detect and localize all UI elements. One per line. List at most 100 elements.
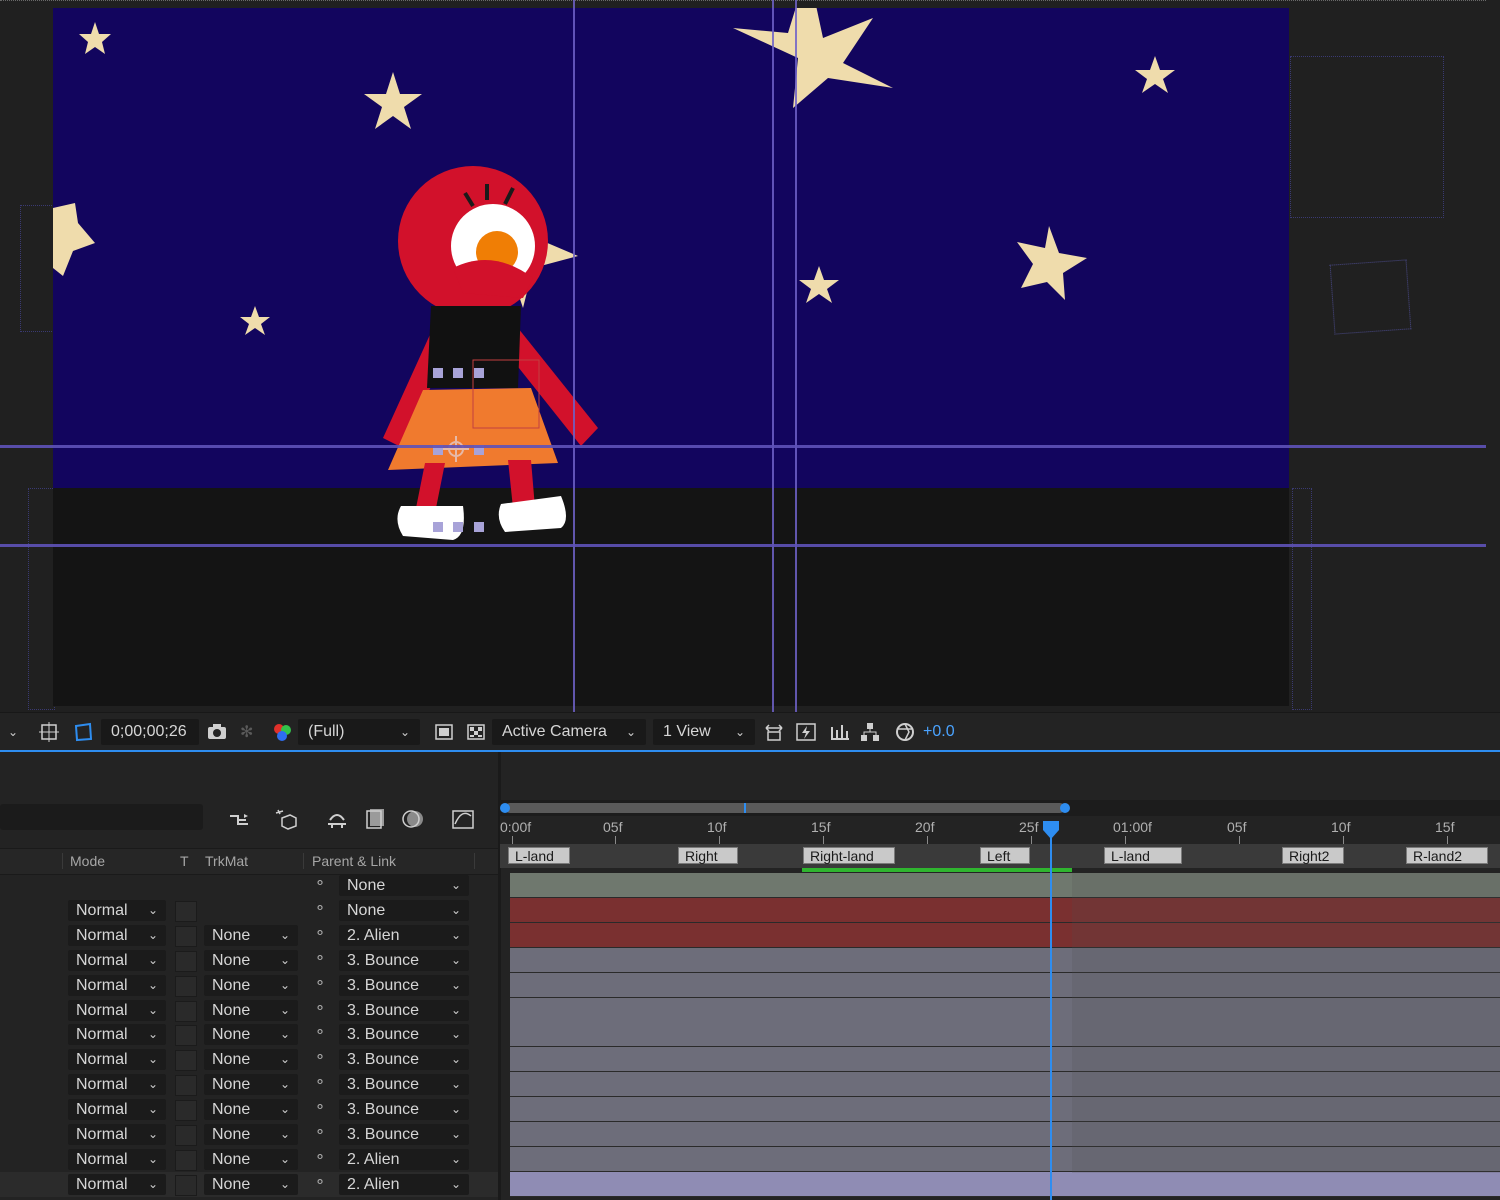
current-time-indicator[interactable] (1050, 822, 1052, 1200)
track-matte-dropdown[interactable]: None ⌄ (204, 1124, 298, 1145)
blend-mode-dropdown[interactable]: Normal ⌄ (68, 1099, 166, 1121)
comp-marker[interactable]: Right-land (803, 847, 895, 864)
guide-line-horizontal[interactable] (0, 544, 1486, 547)
snapshot-camera-icon[interactable] (206, 719, 228, 745)
view-layout-dropdown[interactable]: 1 View ⌄ (653, 719, 755, 745)
layer-search-input[interactable] (0, 804, 203, 830)
pick-whip-icon[interactable]: ⚬ (311, 1074, 329, 1092)
time-navigator-range[interactable] (505, 803, 1065, 813)
navigator-end-handle[interactable] (1060, 803, 1070, 813)
exposure-value[interactable]: +0.0 (923, 719, 955, 745)
trkmat-column-label[interactable]: TrkMat (205, 853, 248, 869)
track-matte-dropdown[interactable]: None ⌄ (204, 1148, 298, 1170)
timeline-icon[interactable] (829, 719, 851, 745)
pick-whip-icon[interactable]: ⚬ (311, 1000, 329, 1018)
parent-dropdown[interactable]: 2. Alien ⌄ (339, 924, 469, 946)
track-matte-dropdown[interactable]: None ⌄ (204, 1074, 298, 1096)
fast-preview-icon[interactable] (795, 719, 817, 745)
layer-row[interactable]: Normal ⌄ None ⌄ ⚬ 3. Bounce ⌄ (0, 1122, 498, 1147)
blend-mode-dropdown[interactable]: Normal ⌄ (68, 1074, 166, 1096)
preserve-transparency-checkbox[interactable] (175, 1075, 197, 1097)
preserve-transparency-checkbox[interactable] (175, 1174, 197, 1196)
blend-mode-dropdown[interactable]: Normal ⌄ (68, 1148, 166, 1170)
track-matte-dropdown[interactable]: None ⌄ (204, 974, 298, 996)
guide-line-vertical[interactable] (573, 0, 575, 712)
layer-row[interactable]: Normal ⌄ None ⌄ ⚬ 3. Bounce ⌄ (0, 973, 498, 998)
comp-marker[interactable]: L-land (508, 847, 570, 864)
pick-whip-icon[interactable]: ⚬ (311, 950, 329, 968)
comp-canvas[interactable] (53, 8, 1289, 706)
chevron-down-icon[interactable]: ⌄ (8, 719, 18, 745)
work-area-bar[interactable] (802, 868, 1072, 872)
preserve-transparency-checkbox[interactable] (175, 1125, 197, 1146)
pick-whip-icon[interactable]: ⚬ (311, 925, 329, 943)
current-time-display[interactable]: 0;00;00;26 (101, 719, 199, 745)
guide-line-vertical[interactable] (795, 0, 797, 712)
checkerboard-icon[interactable] (465, 719, 487, 745)
preserve-transparency-checkbox[interactable] (175, 1050, 197, 1072)
preserve-transparency-checkbox[interactable] (175, 950, 197, 972)
pick-whip-icon[interactable]: ⚬ (311, 1149, 329, 1167)
transparency-grid-icon[interactable] (72, 719, 94, 745)
parent-dropdown[interactable]: 3. Bounce ⌄ (339, 1049, 469, 1071)
fast-previews-icon[interactable] (433, 719, 455, 745)
track-matte-dropdown[interactable]: None ⌄ (204, 1024, 298, 1046)
pick-whip-icon[interactable]: ⚬ (311, 1124, 329, 1142)
region-of-interest-icon[interactable] (38, 719, 60, 745)
pick-whip-icon[interactable]: ⚬ (311, 975, 329, 993)
layer-row[interactable]: Normal ⌄ None ⌄ ⚬ 2. Alien ⌄ (0, 923, 498, 948)
comp-marker-icon[interactable] (274, 806, 300, 832)
preserve-transparency-checkbox[interactable] (175, 1000, 197, 1022)
parent-dropdown[interactable]: 2. Alien ⌄ (339, 1173, 469, 1195)
reset-exposure-icon[interactable] (894, 719, 916, 745)
t-column-label[interactable]: T (180, 853, 189, 869)
blend-mode-dropdown[interactable]: Normal ⌄ (68, 1049, 166, 1071)
pick-whip-icon[interactable]: ⚬ (311, 1174, 329, 1192)
parent-column-label[interactable]: Parent & Link (312, 853, 396, 869)
preserve-transparency-checkbox[interactable] (175, 1149, 197, 1171)
blend-mode-dropdown[interactable]: Normal ⌄ (68, 949, 166, 971)
blend-mode-dropdown[interactable]: Normal ⌄ (68, 1173, 166, 1195)
blend-mode-dropdown[interactable]: Normal ⌄ (68, 999, 166, 1021)
blend-mode-dropdown[interactable]: Normal ⌄ (68, 1124, 166, 1145)
parent-dropdown[interactable]: None ⌄ (339, 875, 469, 896)
preserve-transparency-checkbox[interactable] (175, 975, 197, 997)
toggle-pixel-aspect-icon[interactable] (763, 719, 785, 745)
layer-row[interactable]: Normal ⌄ None ⌄ ⚬ 2. Alien ⌄ (0, 1171, 498, 1197)
preserve-transparency-checkbox[interactable] (175, 925, 197, 947)
navigator-start-handle[interactable] (500, 803, 510, 813)
layer-row[interactable]: Normal ⌄ None ⌄ ⚬ 3. Bounce ⌄ (0, 1097, 498, 1122)
parent-dropdown[interactable]: 3. Bounce ⌄ (339, 1099, 469, 1121)
parent-dropdown[interactable]: None ⌄ (339, 899, 469, 921)
parent-dropdown[interactable]: 3. Bounce ⌄ (339, 974, 469, 996)
track-matte-dropdown[interactable]: None ⌄ (204, 949, 298, 971)
track-matte-dropdown[interactable]: None ⌄ (204, 1099, 298, 1121)
time-ruler[interactable]: 0:00f 05f 10f 15f 20f 25f 01:00f 05f 10f 15f (500, 816, 1500, 844)
blend-mode-dropdown[interactable]: Normal ⌄ (68, 899, 166, 921)
comp-marker[interactable]: Right (678, 847, 738, 864)
blend-mode-dropdown[interactable]: Normal ⌄ (68, 1024, 166, 1046)
track-matte-dropdown[interactable]: None ⌄ (204, 1049, 298, 1071)
layer-row[interactable]: ⚬ None ⌄ (0, 873, 498, 898)
layer-row[interactable]: Normal ⌄ None ⌄ ⚬ 3. Bounce ⌄ (0, 1022, 498, 1047)
parent-dropdown[interactable]: 3. Bounce ⌄ (339, 999, 469, 1021)
preserve-transparency-checkbox[interactable] (175, 900, 197, 922)
layer-row[interactable]: Normal ⌄ None ⌄ ⚬ 2. Alien ⌄ (0, 1147, 498, 1172)
comp-marker[interactable]: R-land2 (1406, 847, 1488, 864)
pick-whip-icon[interactable]: ⚬ (311, 900, 329, 918)
composition-viewer[interactable] (0, 0, 1500, 712)
layer-row[interactable]: Normal ⌄ None ⌄ ⚬ 3. Bounce ⌄ (0, 998, 498, 1023)
track-matte-dropdown[interactable]: None ⌄ (204, 924, 298, 946)
preserve-transparency-checkbox[interactable] (175, 1100, 197, 1122)
layer-row[interactable]: Normal ⌄ None ⌄ ⚬ 3. Bounce ⌄ (0, 1047, 498, 1072)
blend-mode-dropdown[interactable]: Normal ⌄ (68, 974, 166, 996)
pick-whip-icon[interactable]: ⚬ (311, 1024, 329, 1042)
layer-row[interactable]: Normal ⌄ None ⌄ ⚬ 3. Bounce ⌄ (0, 1072, 498, 1097)
shy-layers-icon[interactable] (226, 806, 252, 832)
show-snapshot-icon[interactable]: ✻ (240, 719, 253, 745)
guide-line-vertical[interactable] (772, 0, 774, 712)
color-channels-icon[interactable] (271, 719, 293, 745)
layer-row[interactable]: Normal ⌄ ⚬ None ⌄ (0, 898, 498, 923)
pick-whip-icon[interactable]: ⚬ (311, 875, 329, 893)
frame-blending-icon[interactable] (324, 806, 350, 832)
